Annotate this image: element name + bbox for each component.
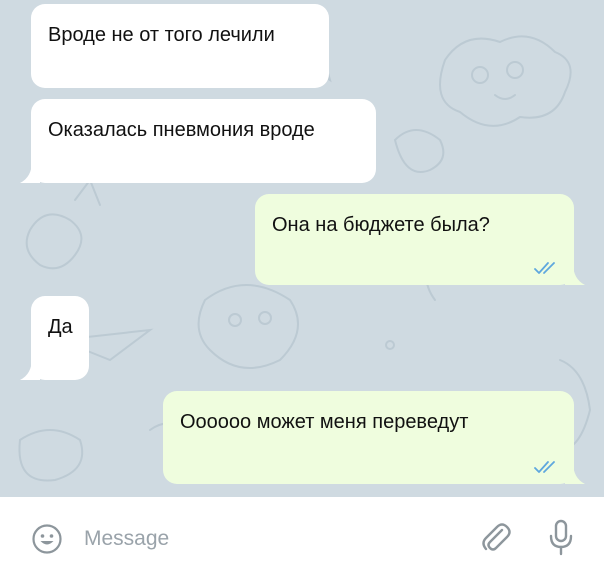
read-double-check-icon xyxy=(534,262,555,274)
message-bubble-incoming[interactable]: Вроде не от того лечили xyxy=(31,4,329,88)
message-bubble-incoming[interactable]: Оказалась пневмония вроде xyxy=(20,99,376,183)
bubble-tail xyxy=(20,358,40,380)
message-text: Она на бюджете была? xyxy=(272,214,490,236)
bubble-tail xyxy=(565,263,585,285)
message-bubble-incoming[interactable]: Да xyxy=(20,296,89,380)
microphone-icon[interactable] xyxy=(547,519,575,557)
message-composer xyxy=(0,497,604,579)
bubble-tail xyxy=(565,462,585,484)
message-text: Оказалась пневмония вроде xyxy=(48,119,315,141)
message-bubble-outgoing[interactable]: Она на бюджете была? xyxy=(255,194,585,285)
paperclip-icon[interactable] xyxy=(480,521,512,555)
bubble-tail xyxy=(20,161,40,183)
message-text: Оооооо может меня переведут xyxy=(180,411,469,433)
chat-area[interactable]: Вроде не от того лечили Оказалась пневмо… xyxy=(0,0,604,497)
message-input[interactable] xyxy=(82,522,466,556)
emoji-icon[interactable] xyxy=(31,523,63,555)
read-double-check-icon xyxy=(534,461,555,473)
message-text: Да xyxy=(48,316,73,338)
message-bubble-outgoing[interactable]: Оооооо может меня переведут xyxy=(163,391,585,484)
message-text: Вроде не от того лечили xyxy=(48,24,275,46)
